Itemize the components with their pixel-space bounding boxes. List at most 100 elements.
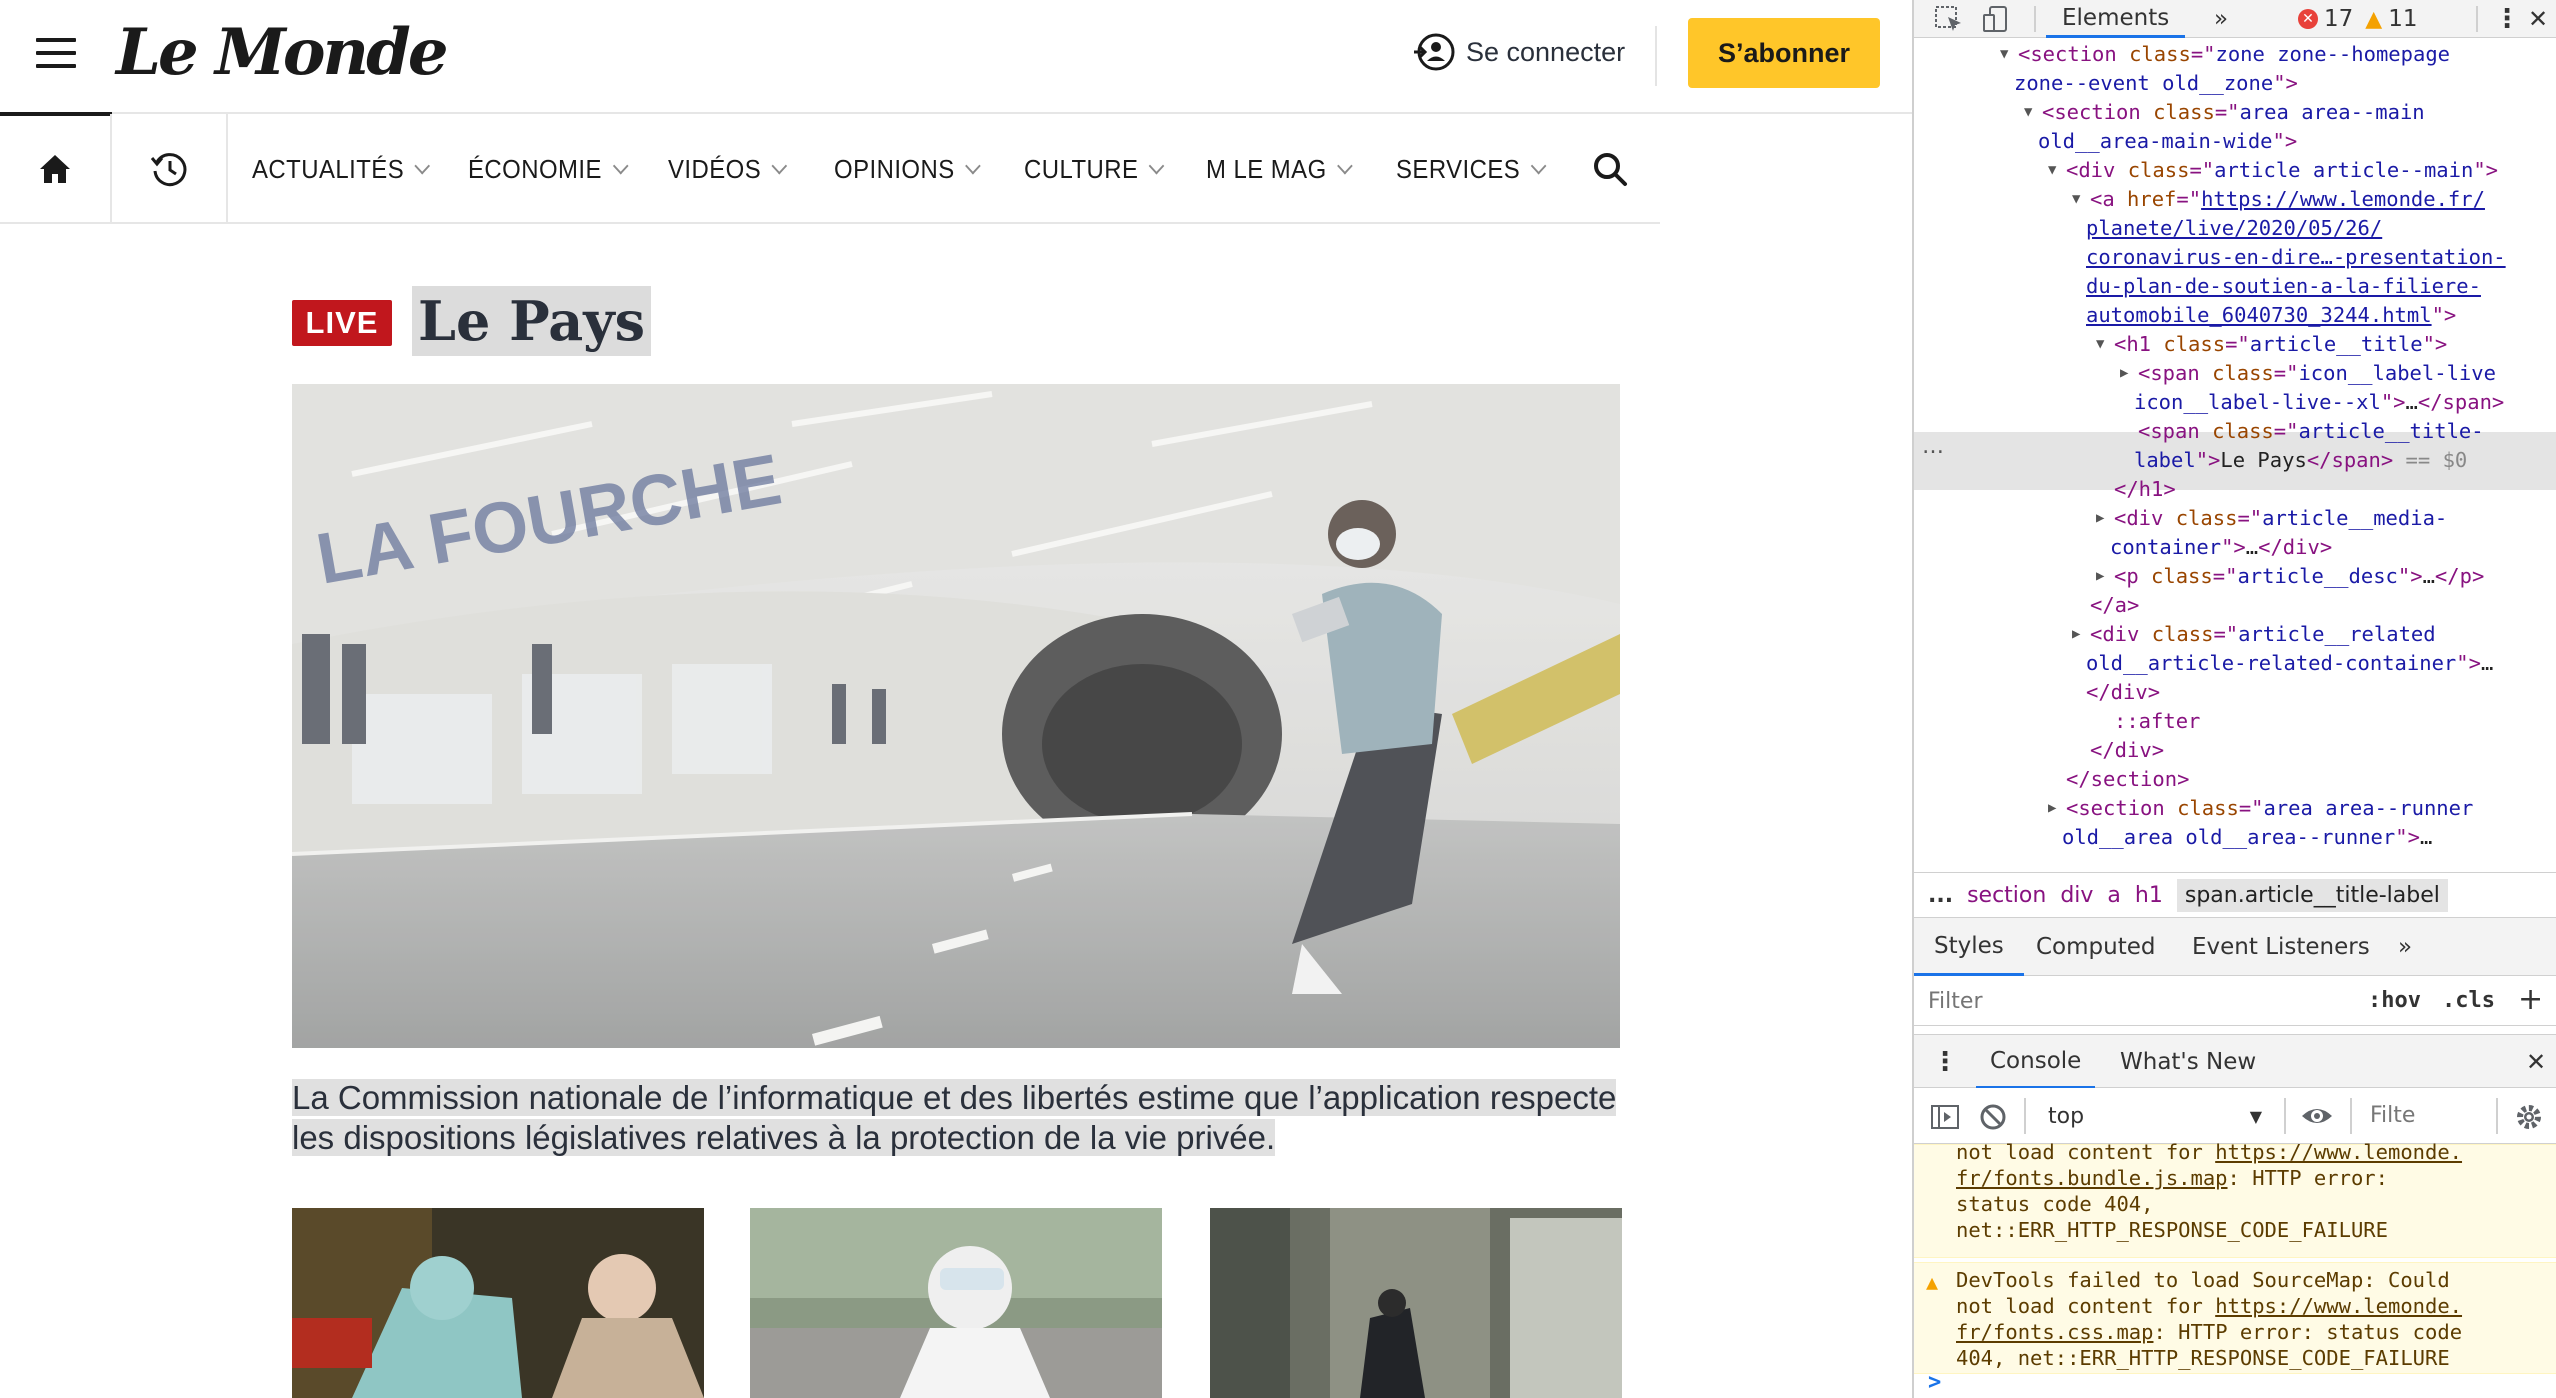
- drawer-menu-icon[interactable]: ⋮: [1932, 1035, 1958, 1089]
- dom-node-line[interactable]: old__area old__area--runner">…: [2062, 823, 2432, 852]
- tab-console[interactable]: Console: [1976, 1035, 2096, 1089]
- tab-more[interactable]: »: [2214, 0, 2228, 38]
- breadcrumb-item[interactable]: section: [1967, 883, 2046, 908]
- dom-node-line[interactable]: </div>: [2090, 736, 2164, 765]
- nav-services[interactable]: SERVICES: [1396, 114, 1547, 224]
- collapse-arrow-icon[interactable]: ▶: [2072, 620, 2080, 649]
- breadcrumb-item[interactable]: h1: [2135, 883, 2163, 908]
- console-warning[interactable]: not load content for https://www.lemonde…: [1914, 1140, 2556, 1258]
- dom-token: =": [2214, 100, 2240, 124]
- expand-arrow-icon[interactable]: ▼: [2024, 98, 2032, 127]
- more-options-icon[interactable]: ⋮: [2494, 0, 2520, 38]
- dom-node-selected[interactable]: label">Le Pays</span> == $0: [2134, 446, 2467, 475]
- tab-computed[interactable]: Computed: [2036, 918, 2155, 976]
- error-warning-counter[interactable]: ✕ 17 ▲ 11: [2298, 0, 2417, 38]
- nav-actualites[interactable]: ACTUALITÉS: [252, 114, 431, 224]
- cls-toggle[interactable]: .cls: [2442, 988, 2495, 1013]
- styles-filter-input[interactable]: [1928, 984, 2328, 1018]
- dom-node-line[interactable]: container">…</div>: [2110, 533, 2332, 562]
- subscribe-button[interactable]: S’abonner: [1688, 18, 1880, 88]
- nav-videos[interactable]: VIDÉOS: [668, 114, 788, 224]
- collapse-arrow-icon[interactable]: ▶: [2096, 562, 2104, 591]
- desc-line-2: les dispositions législatives relatives …: [292, 1119, 1276, 1156]
- dom-node-line[interactable]: planete/live/2020/05/26/: [2086, 214, 2382, 243]
- dom-token: </p>: [2434, 564, 2485, 588]
- dom-node-line[interactable]: ▼ <h1 class="article__title">: [2096, 330, 2447, 359]
- nav-m-le-mag[interactable]: M LE MAG: [1206, 114, 1353, 224]
- tab-whats-new[interactable]: What's New: [2120, 1035, 2256, 1089]
- related-thumbnail[interactable]: [750, 1208, 1162, 1398]
- dom-node-line[interactable]: ▶ <div class="article__related: [2072, 620, 2436, 649]
- dom-node-line[interactable]: ::after: [2114, 707, 2200, 736]
- dom-node-line[interactable]: ▼ <section class="zone zone--homepage: [2000, 40, 2450, 69]
- clear-console-icon[interactable]: [1978, 1102, 2008, 1132]
- console-prompt[interactable]: >: [1928, 1370, 1941, 1396]
- close-drawer-icon[interactable]: ✕: [2526, 1035, 2546, 1089]
- inspect-icon[interactable]: [1934, 5, 1964, 33]
- hero-image[interactable]: LA FOURCHE: [292, 384, 1620, 1048]
- home-button[interactable]: [0, 114, 112, 224]
- device-toolbar-icon[interactable]: [1982, 5, 2012, 33]
- history-button[interactable]: [112, 114, 228, 224]
- dom-node-line[interactable]: ▶ <p class="article__desc">…</p>: [2096, 562, 2485, 591]
- dom-node-line[interactable]: icon__label-live--xl">…</span>: [2134, 388, 2504, 417]
- close-icon[interactable]: ✕: [2528, 0, 2548, 38]
- expand-arrow-icon[interactable]: ▼: [2000, 40, 2008, 69]
- site-logo[interactable]: Le Monde: [116, 14, 449, 92]
- nav-opinions[interactable]: OPINIONS: [834, 114, 981, 224]
- hov-toggle[interactable]: :hov: [2368, 988, 2421, 1013]
- nav-culture[interactable]: CULTURE: [1024, 114, 1165, 224]
- expand-arrow-icon[interactable]: ▼: [2048, 156, 2056, 185]
- collapse-arrow-icon[interactable]: ▶: [2096, 504, 2104, 533]
- dom-node-line[interactable]: old__article-related-container">…: [2086, 649, 2493, 678]
- expand-arrow-icon[interactable]: ▼: [2096, 330, 2104, 359]
- related-thumbnail[interactable]: [1210, 1208, 1622, 1398]
- login-button[interactable]: Se connecter: [1412, 30, 1625, 74]
- dom-node-line[interactable]: ▼ <a href="https://www.lemonde.fr/: [2072, 185, 2485, 214]
- dom-node-line[interactable]: automobile_6040730_3244.html">: [2086, 301, 2456, 330]
- dom-token: …: [2419, 825, 2433, 849]
- console-filter-input[interactable]: Filte: [2360, 1098, 2484, 1134]
- nav-economie[interactable]: ÉCONOMIE: [468, 114, 629, 224]
- dom-node-line[interactable]: </section>: [2066, 765, 2189, 794]
- eye-icon[interactable]: [2300, 1102, 2334, 1130]
- dom-token: </div>: [2090, 738, 2165, 762]
- dom-node-line[interactable]: ▼ <section class="area area--main: [2024, 98, 2425, 127]
- article-title[interactable]: Le Pays: [412, 286, 652, 356]
- dom-token: ">: [2397, 564, 2423, 588]
- dom-token: ::after: [2114, 709, 2201, 733]
- dom-node-line[interactable]: ▼ <div class="article article--main">: [2048, 156, 2498, 185]
- collapse-arrow-icon[interactable]: ▶: [2048, 794, 2056, 823]
- dom-node-line[interactable]: du-plan-de-soutien-a-la-filiere-: [2086, 272, 2481, 301]
- breadcrumb-item[interactable]: ...: [1928, 883, 1953, 908]
- tab-more[interactable]: »: [2398, 918, 2412, 976]
- dom-node-line[interactable]: ▶ <div class="article__media-: [2096, 504, 2447, 533]
- tab-event-listeners[interactable]: Event Listeners: [2192, 918, 2370, 976]
- context-selector[interactable]: top ▼: [2036, 1098, 2272, 1134]
- breadcrumb-item[interactable]: a: [2107, 883, 2120, 908]
- menu-icon[interactable]: [36, 38, 76, 68]
- expand-arrow-icon[interactable]: ▼: [2072, 185, 2080, 214]
- tab-styles[interactable]: Styles: [1914, 918, 2024, 976]
- dom-node-line[interactable]: old__area-main-wide">: [2038, 127, 2297, 156]
- dom-node-line[interactable]: </a>: [2090, 591, 2139, 620]
- tab-elements[interactable]: Elements: [2046, 0, 2186, 38]
- search-icon[interactable]: [1590, 149, 1630, 189]
- console-warning[interactable]: ▲ DevTools failed to load SourceMap: Cou…: [1914, 1262, 2556, 1374]
- dom-node-line[interactable]: coronavirus-en-dire…-presentation-: [2086, 243, 2506, 272]
- collapse-arrow-icon[interactable]: ▶: [2120, 359, 2128, 388]
- dom-node-line[interactable]: ▶ <section class="area area--runner: [2048, 794, 2473, 823]
- sidebar-toggle-icon[interactable]: [1930, 1104, 1960, 1130]
- dom-node-line[interactable]: </h1>: [2114, 475, 2176, 504]
- add-rule-icon[interactable]: +: [2518, 982, 2543, 1017]
- dom-node-line[interactable]: zone--event old__zone">: [2014, 69, 2298, 98]
- breadcrumb-item[interactable]: div: [2060, 883, 2093, 908]
- dom-tree[interactable]: ▼ <section class="zone zone--homepage zone…: [1914, 40, 2556, 870]
- dom-node-selected[interactable]: <span class="article__title-: [2138, 417, 2484, 446]
- dom-node-line[interactable]: </div>: [2086, 678, 2160, 707]
- dom-node-line[interactable]: ▶ <span class="icon__label-live: [2120, 359, 2496, 388]
- related-thumbnail[interactable]: [292, 1208, 704, 1398]
- article-description[interactable]: La Commission nationale de l’informatiqu…: [292, 1078, 1632, 1158]
- settings-gear-icon[interactable]: [2514, 1102, 2544, 1132]
- breadcrumb-item-active[interactable]: span.article__title-label: [2176, 878, 2448, 912]
